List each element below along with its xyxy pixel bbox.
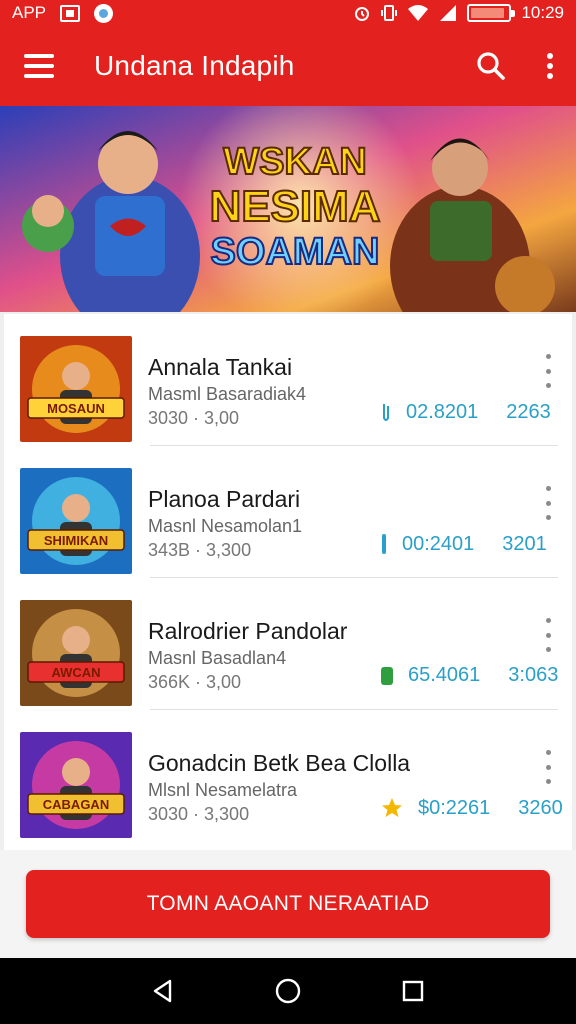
- item-meta: 3030 · 3,00: [148, 408, 240, 428]
- home-icon[interactable]: [268, 971, 308, 1011]
- item-subtitle: Masnl Basadlan4: [148, 648, 287, 668]
- back-icon[interactable]: [143, 971, 183, 1011]
- stat-count: 3260: [518, 796, 563, 819]
- bar-icon: [382, 534, 386, 554]
- stat-count: 3:063: [508, 664, 559, 686]
- game-thumbnail[interactable]: AWCAN: [20, 600, 132, 706]
- circle-app-icon: [94, 3, 114, 23]
- status-bar: APP 10:29: [0, 0, 576, 26]
- battery-icon: [467, 4, 516, 22]
- item-subtitle: Masml Basaradiak4: [148, 384, 307, 404]
- item-title: Gonadcin Betk Bea Clolla: [148, 750, 411, 776]
- stat-value: $0:2261: [418, 796, 491, 819]
- item-stats: $0:2261 3260: [380, 796, 563, 820]
- more-options-icon[interactable]: [538, 354, 558, 388]
- game-list: MOSAUN Annala Tankai Masml Basaradiak4 3030…: [4, 314, 572, 850]
- more-options-icon[interactable]: [538, 750, 558, 784]
- status-app-label: APP: [12, 3, 47, 22]
- banner-line1: WSKAN: [223, 141, 367, 183]
- list-item[interactable]: AWCAN Ralrodrier Pandolar Masnl Basadlan4 3…: [4, 578, 572, 710]
- star-icon: [382, 798, 402, 817]
- thumbnail-label: AWCAN: [51, 665, 100, 680]
- wifi-icon: [408, 5, 429, 21]
- box-icon: [60, 4, 81, 22]
- signal-icon: [440, 5, 457, 21]
- list-item[interactable]: MOSAUN Annala Tankai Masml Basaradiak4 3030…: [4, 314, 572, 446]
- alarm-icon: [355, 7, 370, 21]
- recents-icon[interactable]: [393, 971, 433, 1011]
- stat-count: 3201: [502, 532, 547, 555]
- banner-line3: SOAMAN: [211, 231, 380, 273]
- item-meta: 343B · 3,300: [148, 540, 252, 560]
- search-icon[interactable]: [476, 51, 506, 81]
- item-subtitle: Mlsnl Nesamelatra: [148, 780, 298, 800]
- stat-value: 02.8201: [406, 400, 479, 423]
- more-options-icon[interactable]: [538, 618, 558, 652]
- green-tag-icon: [381, 666, 393, 685]
- primary-action-button[interactable]: TOMN AAOANT NERAATIAD: [26, 870, 550, 938]
- item-title: Annala Tankai: [148, 354, 293, 380]
- thumbnail-label: CABAGAN: [43, 797, 109, 812]
- game-thumbnail[interactable]: MOSAUN: [20, 336, 132, 442]
- banner-artwork: WSKAN NESIMA SOAMAN: [0, 106, 576, 312]
- item-meta: 366K · 3,00: [148, 672, 242, 692]
- more-vert-icon[interactable]: [546, 53, 554, 79]
- clip-icon: [383, 404, 389, 421]
- item-stats: 02.8201 2263: [380, 400, 551, 424]
- stat-value: 00:2401: [402, 532, 475, 555]
- item-meta: 3030 · 3,300: [148, 804, 250, 824]
- item-stats: 00:2401 3201: [380, 532, 547, 556]
- stat-value: 65.4061: [408, 664, 481, 686]
- system-nav-bar: [0, 958, 576, 1024]
- item-title: Planoa Pardari: [148, 486, 301, 512]
- item-stats: 65.4061 3:063: [380, 664, 558, 687]
- game-thumbnail[interactable]: CABAGAN: [20, 732, 132, 838]
- list-item[interactable]: SHIMIKAN Planoa Pardari Masnl Nesamolan1 34…: [4, 446, 572, 578]
- more-options-icon[interactable]: [538, 486, 558, 520]
- vibrate-icon: [381, 5, 398, 21]
- thumbnail-label: SHIMIKAN: [44, 533, 108, 548]
- promo-banner[interactable]: WSKAN NESIMA SOAMAN: [0, 106, 576, 312]
- item-subtitle: Masnl Nesamolan1: [148, 516, 303, 536]
- menu-icon[interactable]: [24, 54, 54, 78]
- thumbnail-label: MOSAUN: [47, 401, 105, 416]
- game-thumbnail[interactable]: SHIMIKAN: [20, 468, 132, 574]
- list-item[interactable]: CABAGAN Gonadcin Betk Bea Clolla Mlsnl Nes…: [4, 710, 572, 842]
- bottom-action-area: TOMN AAOANT NERAATIAD: [0, 850, 576, 958]
- item-title: Ralrodrier Pandolar: [148, 618, 348, 644]
- app-bar: Undana Indapih: [0, 26, 576, 106]
- app-title: Undana Indapih: [94, 50, 295, 81]
- stat-count: 2263: [506, 400, 551, 423]
- status-time: 10:29: [521, 3, 564, 22]
- banner-line2: NESIMA: [209, 182, 380, 231]
